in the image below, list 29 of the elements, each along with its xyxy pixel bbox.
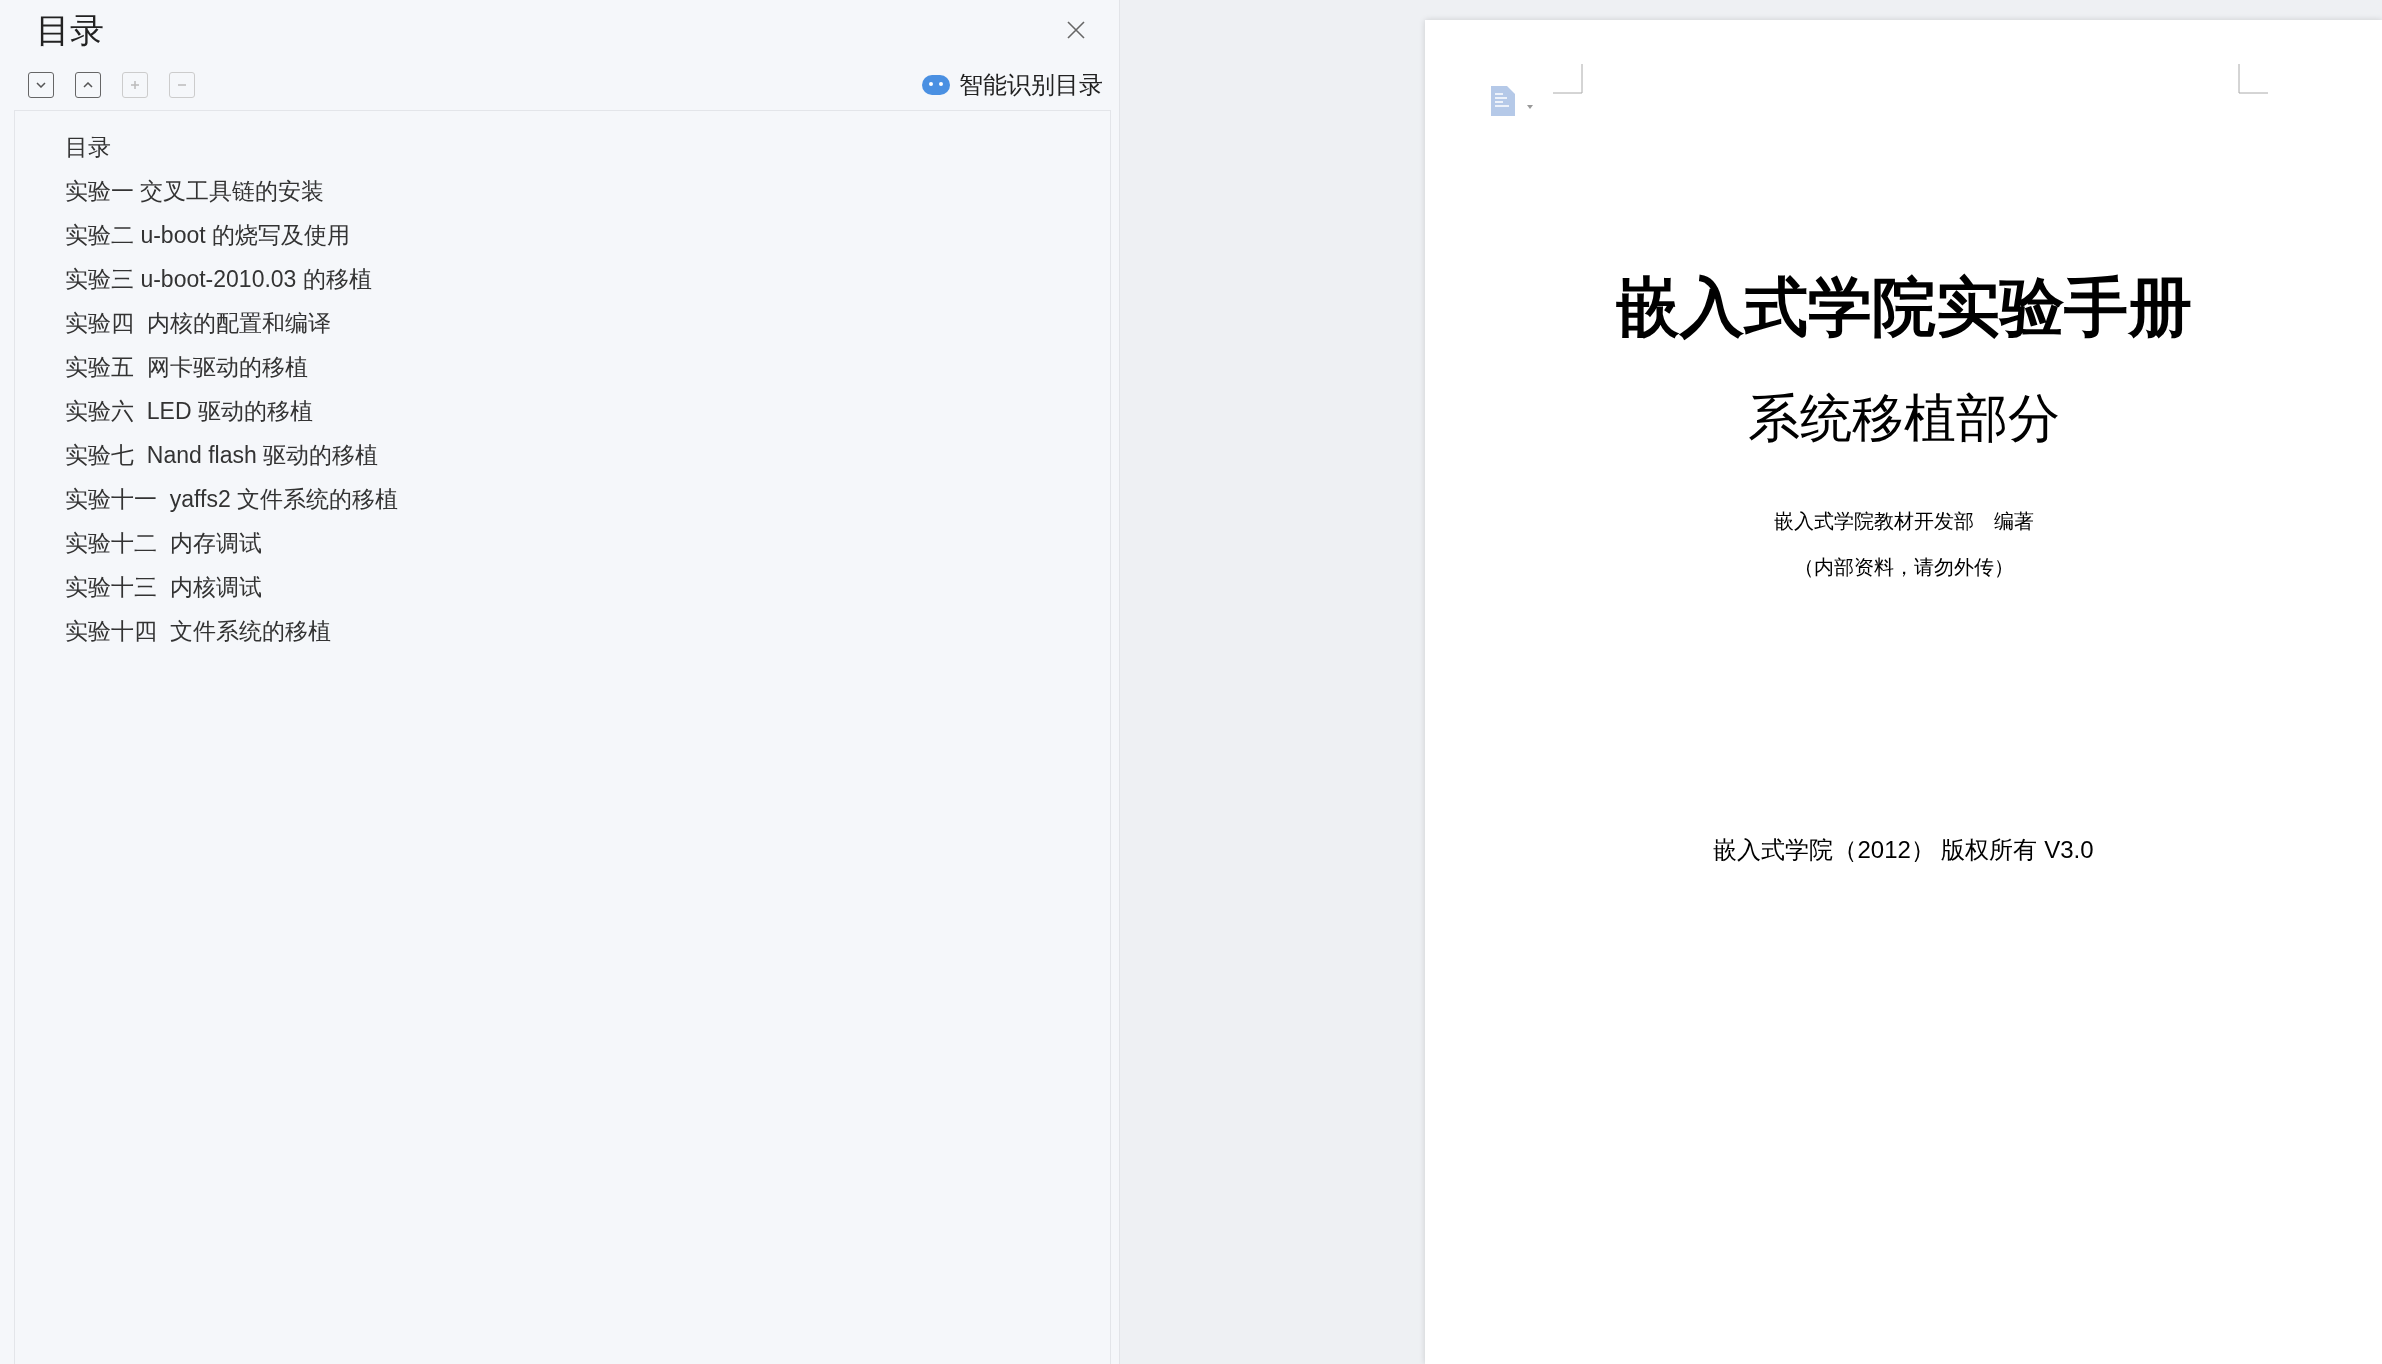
toc-item[interactable]: 实验三 u-boot-2010.03 的移植 (65, 257, 1110, 301)
crop-mark (2238, 64, 2268, 94)
toc-item[interactable]: 实验十四 文件系统的移植 (65, 609, 1110, 653)
panel-title: 目录 (36, 9, 104, 51)
chevron-up-icon (83, 82, 93, 88)
toc-item[interactable]: 目录 (65, 125, 1110, 169)
toc-item[interactable]: 实验一 交叉工具链的安装 (65, 169, 1110, 213)
robot-icon (921, 73, 951, 97)
toc-item[interactable]: 实验二 u-boot 的烧写及使用 (65, 213, 1110, 257)
toc-item[interactable]: 实验六 LED 驱动的移植 (65, 389, 1110, 433)
crop-mark (1553, 64, 1583, 94)
toc-item[interactable]: 实验五 网卡驱动的移植 (65, 345, 1110, 389)
expand-all-button[interactable] (28, 72, 54, 98)
close-icon[interactable] (1065, 19, 1087, 41)
collapse-all-button[interactable] (75, 72, 101, 98)
chevron-down-icon (36, 82, 46, 88)
note-line: （内部资料，请勿外传） (1793, 555, 2014, 580)
toc-item[interactable]: 实验七 Nand flash 驱动的移植 (65, 433, 1110, 477)
toc-item[interactable]: 实验十三 内核调试 (65, 565, 1110, 609)
minus-icon (177, 84, 187, 86)
toc-item[interactable]: 实验十一 yaffs2 文件系统的移植 (65, 477, 1110, 521)
toc-item[interactable]: 实验十二 内存调试 (65, 521, 1110, 565)
document-subtitle: 系统移植部分 (1747, 389, 2060, 449)
document-title: 嵌入式学院实验手册 (1615, 271, 2192, 345)
smart-toc-button[interactable]: 智能识别目录 (921, 67, 1103, 103)
plus-icon (130, 80, 140, 90)
copyright-line: 嵌入式学院（2012） 版权所有 V3.0 (1713, 835, 2094, 865)
toc-item[interactable]: 实验四 内核的配置和编译 (65, 301, 1110, 345)
author-line: 嵌入式学院教材开发部 编著 (1773, 509, 2034, 534)
